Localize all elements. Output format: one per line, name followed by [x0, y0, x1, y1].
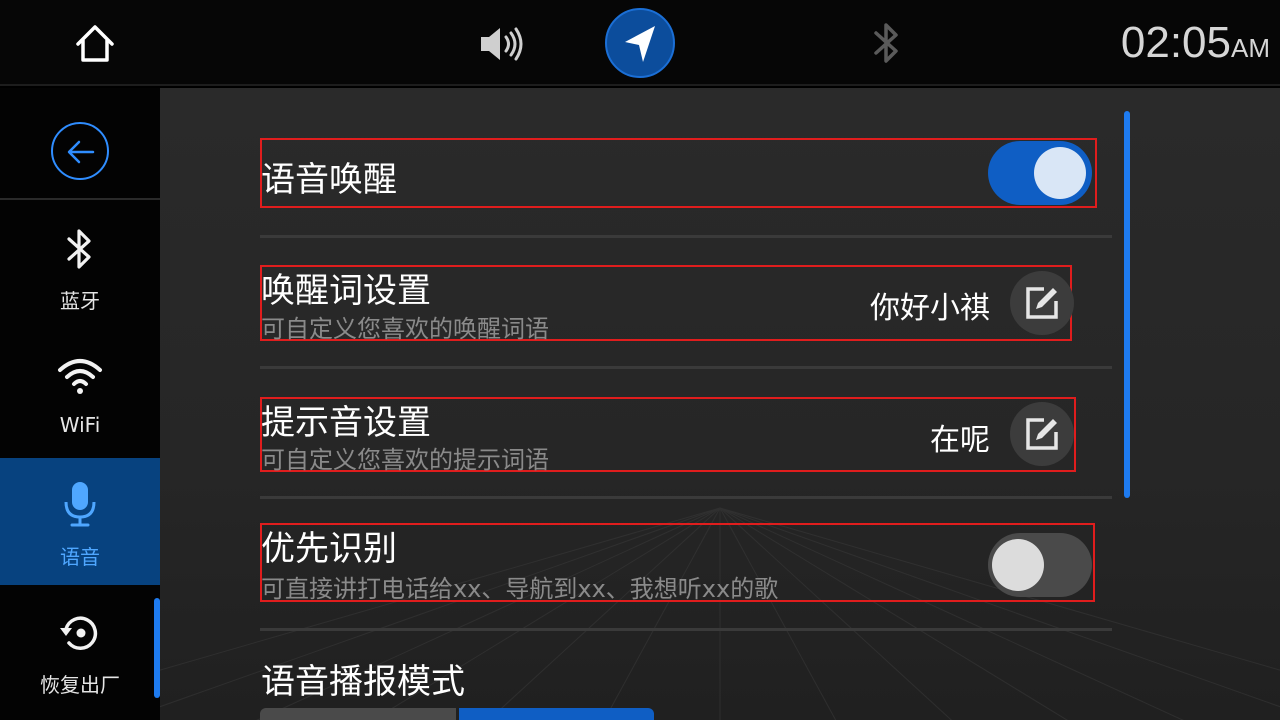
- volume-button[interactable]: [478, 24, 526, 64]
- home-icon: [76, 25, 114, 62]
- microphone-icon: [64, 482, 96, 527]
- toggle-knob: [1034, 147, 1086, 199]
- setting-title: 语音唤醒: [261, 160, 397, 200]
- back-arrow-icon: [67, 140, 95, 164]
- sidebar-item-voice[interactable]: 语音: [0, 458, 160, 585]
- divider: [260, 366, 1112, 369]
- setting-subtitle: 可自定义您喜欢的提示词语: [261, 446, 549, 474]
- voice-settings-panel: 语音唤醒 唤醒词设置 可自定义您喜欢的唤醒词语 你好小祺 提示音设置 可自定义您…: [160, 88, 1280, 720]
- sidebar-item-label: WiFi: [59, 413, 101, 437]
- sidebar-item-label: 恢复出厂: [40, 673, 120, 697]
- divider: [260, 496, 1112, 499]
- edit-icon: [1026, 418, 1058, 450]
- wifi-icon: [58, 359, 102, 394]
- edit-wake-word-button[interactable]: [1010, 271, 1074, 335]
- clock-ampm: AM: [1231, 33, 1270, 63]
- broadcast-mode-option-1[interactable]: [260, 708, 456, 720]
- setting-prompt-tone: 提示音设置 可自定义您喜欢的提示词语 在呢: [260, 397, 1096, 474]
- edit-icon: [1026, 287, 1058, 319]
- bluetooth-icon: [874, 23, 898, 63]
- bluetooth-status[interactable]: [872, 20, 902, 66]
- settings-sidebar: 蓝牙 WiFi 语音 恢复出厂: [0, 88, 160, 720]
- setting-title: 唤醒词设置: [261, 271, 431, 311]
- toggle-knob: [992, 539, 1044, 591]
- setting-title: 语音播报模式: [261, 662, 465, 702]
- divider: [260, 628, 1112, 631]
- setting-wake-word: 唤醒词设置 可自定义您喜欢的唤醒词语 你好小祺: [260, 265, 1096, 343]
- navigation-icon: [625, 26, 655, 62]
- sidebar-item-bluetooth[interactable]: 蓝牙: [0, 202, 160, 329]
- edit-prompt-tone-button[interactable]: [1010, 402, 1074, 466]
- back-button-ring: [51, 122, 109, 180]
- home-button[interactable]: [74, 22, 116, 64]
- back-button[interactable]: [0, 88, 160, 200]
- sidebar-item-label: 语音: [60, 545, 100, 569]
- clock: 02:05AM: [1121, 18, 1270, 68]
- voice-wake-toggle[interactable]: [988, 141, 1092, 205]
- sidebar-item-label: 蓝牙: [60, 289, 100, 313]
- priority-recognition-toggle[interactable]: [988, 533, 1092, 597]
- setting-subtitle: 可直接讲打电话给xx、导航到xx、我想听xx的歌: [261, 575, 779, 603]
- navigation-button[interactable]: [605, 8, 675, 78]
- divider: [260, 235, 1112, 238]
- factory-reset-icon: [60, 616, 98, 650]
- content-scrollbar[interactable]: [1124, 111, 1130, 498]
- prompt-tone-value: 在呢: [930, 423, 990, 458]
- status-bar: 02:05AM: [0, 0, 1280, 86]
- wake-word-value: 你好小祺: [870, 291, 990, 326]
- setting-subtitle: 可自定义您喜欢的唤醒词语: [261, 315, 549, 343]
- volume-icon: [481, 27, 523, 61]
- clock-time: 02:05: [1120, 18, 1231, 67]
- sidebar-item-wifi[interactable]: WiFi: [0, 330, 160, 457]
- bluetooth-icon: [67, 229, 91, 269]
- setting-title: 提示音设置: [261, 403, 431, 443]
- setting-voice-wake: 语音唤醒: [260, 138, 1097, 208]
- setting-priority-recognition: 优先识别 可直接讲打电话给xx、导航到xx、我想听xx的歌: [260, 523, 1096, 603]
- broadcast-mode-option-2[interactable]: [459, 708, 654, 720]
- setting-title: 优先识别: [261, 529, 397, 569]
- sidebar-item-factory-reset[interactable]: 恢复出厂: [0, 586, 160, 713]
